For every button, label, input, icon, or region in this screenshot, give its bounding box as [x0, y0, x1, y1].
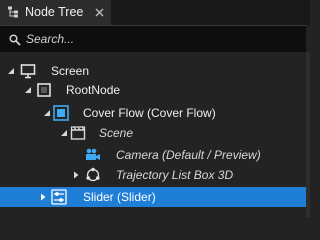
tree-item-slider[interactable]: Slider (Slider) [0, 187, 306, 207]
camera-icon [86, 148, 100, 160]
trajectory-icon [86, 167, 100, 182]
tree-item-label: Scene [99, 126, 134, 140]
expanded-arrow-icon[interactable] [43, 109, 51, 117]
tree-item-label: Trajectory List Box 3D [116, 168, 234, 182]
search-bar [0, 25, 306, 52]
scene-icon [70, 126, 86, 140]
tree-item-rootnode[interactable]: RootNode [0, 80, 306, 100]
tree-item-trajectory-list-box[interactable]: Trajectory List Box 3D [0, 165, 306, 185]
scrollbar[interactable] [306, 52, 310, 217]
tree-item-label: Cover Flow (Cover Flow) [83, 106, 216, 120]
slider-icon [51, 189, 67, 205]
tree-item-scene[interactable]: Scene [0, 123, 306, 143]
search-icon [9, 34, 21, 46]
tree-item-label: Camera (Default / Preview) [116, 148, 261, 162]
tab-node-tree[interactable]: Node Tree [0, 0, 111, 25]
expanded-arrow-icon[interactable] [60, 129, 68, 137]
collapsed-arrow-icon[interactable] [39, 193, 47, 201]
tree-item-label: Slider (Slider) [83, 190, 156, 204]
tab-bar: Node Tree [0, 0, 310, 25]
cover-flow-icon [53, 105, 69, 121]
expanded-arrow-icon[interactable] [7, 67, 15, 75]
tree-item-label: Screen [51, 64, 90, 78]
expanded-arrow-icon[interactable] [24, 86, 32, 94]
tab-title: Node Tree [25, 5, 84, 19]
tree-item-cover-flow[interactable]: Cover Flow (Cover Flow) [0, 103, 306, 123]
tree-item-screen[interactable]: Screen [0, 61, 306, 81]
tree-item-label: RootNode [66, 83, 121, 97]
collapsed-arrow-icon[interactable] [72, 171, 80, 179]
node-tree-icon [8, 6, 18, 18]
screen-icon [20, 64, 36, 79]
root-node-icon [37, 83, 51, 97]
search-input[interactable] [26, 30, 296, 48]
close-icon[interactable] [95, 8, 104, 17]
tree-item-camera[interactable]: Camera (Default / Preview) [0, 145, 306, 165]
